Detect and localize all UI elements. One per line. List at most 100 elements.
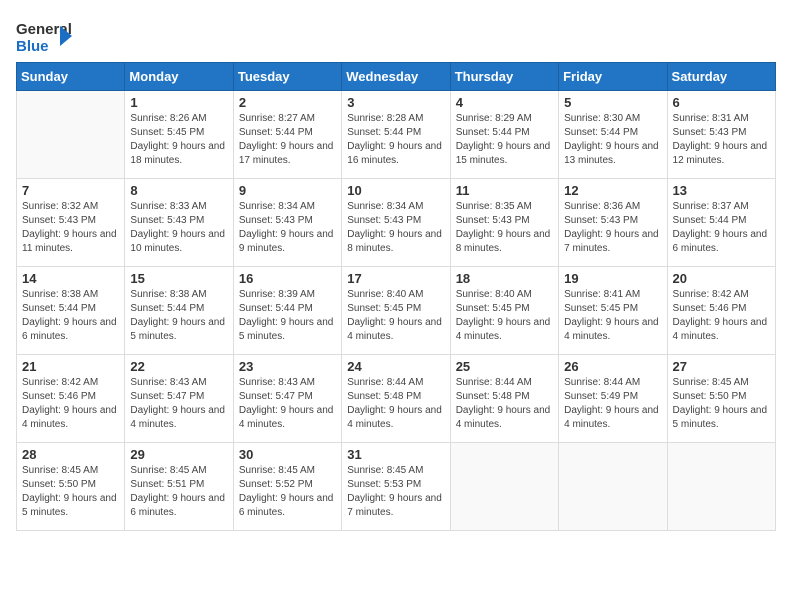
cell-details: Sunrise: 8:31 AMSunset: 5:43 PMDaylight:…	[673, 112, 770, 168]
day-number: 24	[347, 359, 444, 374]
calendar-cell: 27 Sunrise: 8:45 AMSunset: 5:50 PMDayligh…	[667, 355, 775, 443]
calendar-cell: 3 Sunrise: 8:28 AMSunset: 5:44 PMDaylight…	[342, 91, 450, 179]
calendar-cell: 17 Sunrise: 8:40 AMSunset: 5:45 PMDayligh…	[342, 267, 450, 355]
calendar-cell: 5 Sunrise: 8:30 AMSunset: 5:44 PMDaylight…	[559, 91, 667, 179]
calendar-cell: 1 Sunrise: 8:26 AMSunset: 5:45 PMDaylight…	[125, 91, 233, 179]
svg-text:Blue: Blue	[16, 38, 49, 55]
calendar-week-5: 28Sunrise: 8:45 AMSunset: 5:50 PMDayligh…	[17, 443, 776, 531]
day-number: 23	[239, 359, 336, 374]
calendar-week-3: 14 Sunrise: 8:38 AMSunset: 5:44 PMDayligh…	[17, 267, 776, 355]
header-day-saturday: Saturday	[667, 63, 775, 91]
cell-details: Sunrise: 8:29 AMSunset: 5:44 PMDaylight:…	[456, 112, 553, 168]
cell-details: Sunrise: 8:43 AMSunset: 5:47 PMDaylight:…	[130, 376, 227, 432]
day-number: 11	[456, 183, 553, 198]
day-number: 27	[673, 359, 770, 374]
cell-details: Sunrise: 8:33 AMSunset: 5:43 PMDaylight:…	[130, 200, 227, 256]
logo-icon: GeneralBlue	[16, 16, 76, 56]
calendar-cell: 13 Sunrise: 8:37 AMSunset: 5:44 PMDayligh…	[667, 179, 775, 267]
day-number: 17	[347, 271, 444, 286]
day-number: 21	[22, 359, 119, 374]
calendar-cell: 20 Sunrise: 8:42 AMSunset: 5:46 PMDayligh…	[667, 267, 775, 355]
calendar-table: SundayMondayTuesdayWednesdayThursdayFrid…	[16, 62, 776, 531]
day-number: 25	[456, 359, 553, 374]
calendar-cell: 28Sunrise: 8:45 AMSunset: 5:50 PMDayligh…	[17, 443, 125, 531]
calendar-cell: 23 Sunrise: 8:43 AMSunset: 5:47 PMDayligh…	[233, 355, 341, 443]
day-number: 29	[130, 447, 227, 462]
cell-details: Sunrise: 8:45 AMSunset: 5:52 PMDaylight:…	[239, 464, 336, 520]
day-number: 3	[347, 95, 444, 110]
cell-details: Sunrise: 8:30 AMSunset: 5:44 PMDaylight:…	[564, 112, 661, 168]
cell-details: Sunrise: 8:32 AMSunset: 5:43 PMDaylight:…	[22, 200, 119, 256]
calendar-cell	[559, 443, 667, 531]
day-number: 14	[22, 271, 119, 286]
calendar-cell: 26Sunrise: 8:44 AMSunset: 5:49 PMDayligh…	[559, 355, 667, 443]
calendar-cell: 22Sunrise: 8:43 AMSunset: 5:47 PMDayligh…	[125, 355, 233, 443]
cell-details: Sunrise: 8:34 AMSunset: 5:43 PMDaylight:…	[347, 200, 444, 256]
calendar-cell	[17, 91, 125, 179]
calendar-cell: 11 Sunrise: 8:35 AMSunset: 5:43 PMDayligh…	[450, 179, 558, 267]
calendar-cell: 21Sunrise: 8:42 AMSunset: 5:46 PMDayligh…	[17, 355, 125, 443]
cell-details: Sunrise: 8:45 AMSunset: 5:50 PMDaylight:…	[673, 376, 770, 432]
cell-details: Sunrise: 8:44 AMSunset: 5:48 PMDaylight:…	[456, 376, 553, 432]
day-number: 19	[564, 271, 661, 286]
cell-details: Sunrise: 8:44 AMSunset: 5:48 PMDaylight:…	[347, 376, 444, 432]
cell-details: Sunrise: 8:36 AMSunset: 5:43 PMDaylight:…	[564, 200, 661, 256]
calendar-cell: 9 Sunrise: 8:34 AMSunset: 5:43 PMDaylight…	[233, 179, 341, 267]
day-number: 20	[673, 271, 770, 286]
calendar-week-4: 21Sunrise: 8:42 AMSunset: 5:46 PMDayligh…	[17, 355, 776, 443]
cell-details: Sunrise: 8:37 AMSunset: 5:44 PMDaylight:…	[673, 200, 770, 256]
day-number: 9	[239, 183, 336, 198]
day-number: 26	[564, 359, 661, 374]
cell-details: Sunrise: 8:45 AMSunset: 5:53 PMDaylight:…	[347, 464, 444, 520]
day-number: 18	[456, 271, 553, 286]
cell-details: Sunrise: 8:28 AMSunset: 5:44 PMDaylight:…	[347, 112, 444, 168]
page-header: GeneralBlue	[16, 16, 776, 56]
calendar-cell: 10 Sunrise: 8:34 AMSunset: 5:43 PMDayligh…	[342, 179, 450, 267]
cell-details: Sunrise: 8:34 AMSunset: 5:43 PMDaylight:…	[239, 200, 336, 256]
day-number: 13	[673, 183, 770, 198]
calendar-week-1: 1 Sunrise: 8:26 AMSunset: 5:45 PMDaylight…	[17, 91, 776, 179]
day-number: 4	[456, 95, 553, 110]
day-number: 16	[239, 271, 336, 286]
cell-details: Sunrise: 8:26 AMSunset: 5:45 PMDaylight:…	[130, 112, 227, 168]
header-day-wednesday: Wednesday	[342, 63, 450, 91]
calendar-cell: 19 Sunrise: 8:41 AMSunset: 5:45 PMDayligh…	[559, 267, 667, 355]
cell-details: Sunrise: 8:43 AMSunset: 5:47 PMDaylight:…	[239, 376, 336, 432]
cell-details: Sunrise: 8:35 AMSunset: 5:43 PMDaylight:…	[456, 200, 553, 256]
calendar-cell: 25 Sunrise: 8:44 AMSunset: 5:48 PMDayligh…	[450, 355, 558, 443]
cell-details: Sunrise: 8:39 AMSunset: 5:44 PMDaylight:…	[239, 288, 336, 344]
day-number: 1	[130, 95, 227, 110]
calendar-cell: 24 Sunrise: 8:44 AMSunset: 5:48 PMDayligh…	[342, 355, 450, 443]
cell-details: Sunrise: 8:27 AMSunset: 5:44 PMDaylight:…	[239, 112, 336, 168]
cell-details: Sunrise: 8:40 AMSunset: 5:45 PMDaylight:…	[456, 288, 553, 344]
calendar-cell: 15 Sunrise: 8:38 AMSunset: 5:44 PMDayligh…	[125, 267, 233, 355]
logo: GeneralBlue	[16, 16, 76, 56]
day-number: 10	[347, 183, 444, 198]
cell-details: Sunrise: 8:38 AMSunset: 5:44 PMDaylight:…	[130, 288, 227, 344]
calendar-cell: 16 Sunrise: 8:39 AMSunset: 5:44 PMDayligh…	[233, 267, 341, 355]
header-day-tuesday: Tuesday	[233, 63, 341, 91]
calendar-cell: 2 Sunrise: 8:27 AMSunset: 5:44 PMDaylight…	[233, 91, 341, 179]
day-number: 5	[564, 95, 661, 110]
calendar-cell: 31 Sunrise: 8:45 AMSunset: 5:53 PMDayligh…	[342, 443, 450, 531]
header-day-thursday: Thursday	[450, 63, 558, 91]
day-number: 28	[22, 447, 119, 462]
calendar-cell: 7Sunrise: 8:32 AMSunset: 5:43 PMDaylight…	[17, 179, 125, 267]
header-day-sunday: Sunday	[17, 63, 125, 91]
cell-details: Sunrise: 8:40 AMSunset: 5:45 PMDaylight:…	[347, 288, 444, 344]
calendar-cell: 12 Sunrise: 8:36 AMSunset: 5:43 PMDayligh…	[559, 179, 667, 267]
calendar-cell: 14Sunrise: 8:38 AMSunset: 5:44 PMDayligh…	[17, 267, 125, 355]
cell-details: Sunrise: 8:42 AMSunset: 5:46 PMDaylight:…	[673, 288, 770, 344]
calendar-cell: 29Sunrise: 8:45 AMSunset: 5:51 PMDayligh…	[125, 443, 233, 531]
calendar-cell: 8Sunrise: 8:33 AMSunset: 5:43 PMDaylight…	[125, 179, 233, 267]
calendar-cell: 4 Sunrise: 8:29 AMSunset: 5:44 PMDaylight…	[450, 91, 558, 179]
day-number: 2	[239, 95, 336, 110]
day-number: 31	[347, 447, 444, 462]
day-number: 12	[564, 183, 661, 198]
calendar-header-row: SundayMondayTuesdayWednesdayThursdayFrid…	[17, 63, 776, 91]
day-number: 15	[130, 271, 227, 286]
calendar-cell: 6Sunrise: 8:31 AMSunset: 5:43 PMDaylight…	[667, 91, 775, 179]
calendar-cell	[450, 443, 558, 531]
cell-details: Sunrise: 8:41 AMSunset: 5:45 PMDaylight:…	[564, 288, 661, 344]
calendar-cell	[667, 443, 775, 531]
